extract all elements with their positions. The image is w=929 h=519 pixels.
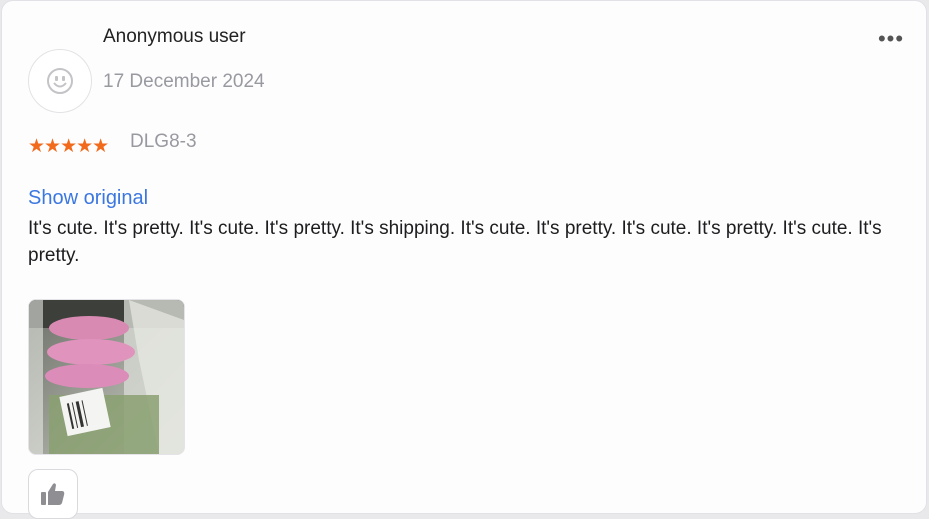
smiley-face-icon: [47, 68, 73, 94]
product-variant: DLG8-3: [130, 131, 197, 152]
review-date: 17 December 2024: [103, 71, 265, 92]
thumbs-up-icon: [41, 483, 65, 505]
review-text: It's cute. It's pretty. It's cute. It's …: [28, 218, 882, 266]
reviewer-name: Anonymous user: [103, 26, 246, 47]
more-options-button[interactable]: •••: [876, 26, 906, 51]
star-rating: ★★★★★: [28, 136, 109, 157]
like-button[interactable]: [28, 469, 78, 519]
review-card: Anonymous user 17 December 2024 ••• ★★★★…: [1, 0, 927, 519]
avatar: [28, 49, 92, 113]
more-horizontal-icon: •••: [877, 26, 905, 51]
show-original-link[interactable]: Show original: [28, 187, 148, 210]
review-photo[interactable]: [28, 299, 185, 455]
